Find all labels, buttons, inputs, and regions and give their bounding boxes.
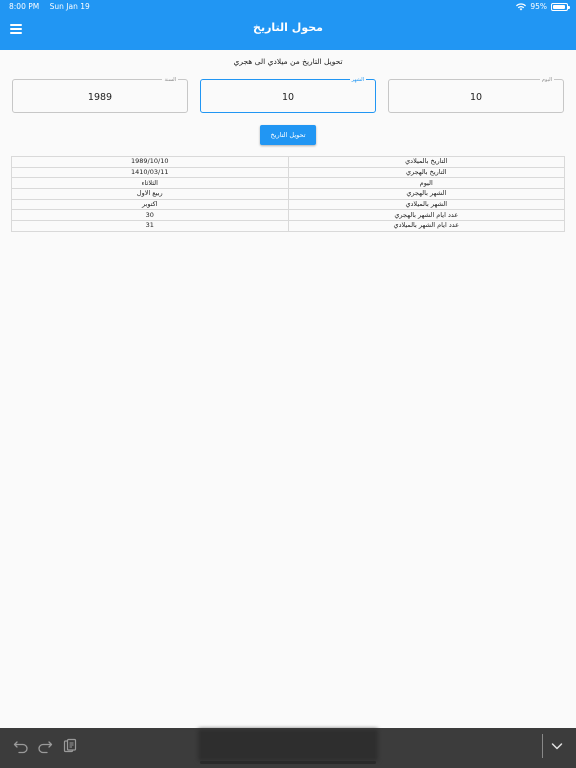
table-row: 1410/03/11 التاريخ بالهجري xyxy=(11,166,565,179)
year-field-container: السنة xyxy=(12,76,188,113)
table-row: 1989/10/10 التاريخ بالميلادي xyxy=(11,156,565,168)
app-bar: 8:00 PM Sun Jan 19 95% محول التاريخ xyxy=(0,0,576,50)
result-label: اليوم xyxy=(287,177,565,190)
result-label: الشهر بالهجري xyxy=(287,188,565,200)
result-label: الشهر بالميلادي xyxy=(287,198,565,211)
results-table: 1989/10/10 التاريخ بالميلادي 1410/03/11 … xyxy=(11,156,565,232)
status-date: Sun Jan 19 xyxy=(49,2,90,11)
convert-date-button[interactable]: تحويل التاريخ xyxy=(260,125,316,145)
result-value: 1410/03/11 xyxy=(11,166,289,179)
year-input[interactable] xyxy=(13,80,187,112)
table-row: 31 عدد ايام الشهر بالميلادي xyxy=(11,220,565,232)
result-label: التاريخ بالهجري xyxy=(287,166,565,179)
table-row: الثلاثاء اليوم xyxy=(11,177,565,190)
day-input[interactable] xyxy=(389,80,563,112)
form-description: تحويل التاريخ من ميلادي الى هجري xyxy=(233,57,343,66)
toolbar-divider xyxy=(542,734,543,758)
result-value: الثلاثاء xyxy=(11,177,289,190)
result-value: 31 xyxy=(11,220,289,232)
month-input[interactable] xyxy=(201,80,375,112)
result-value: اكتوبر xyxy=(11,198,289,211)
status-time: 8:00 PM xyxy=(9,2,40,11)
month-field-container: الشهر xyxy=(200,76,376,113)
table-row: 30 عدد ايام الشهر بالهجري xyxy=(11,209,565,222)
chevron-down-icon[interactable] xyxy=(548,737,566,755)
result-label: عدد ايام الشهر بالميلادي xyxy=(287,220,565,232)
page-title: محول التاريخ xyxy=(253,21,323,34)
battery-percent: 95% xyxy=(530,2,547,11)
redo-icon[interactable] xyxy=(36,737,54,755)
result-value: ربيع الاول xyxy=(11,188,289,200)
battery-icon xyxy=(551,2,570,11)
result-label: عدد ايام الشهر بالهجري xyxy=(287,209,565,222)
keyboard-shortcut-bar xyxy=(0,728,576,768)
result-value: 1989/10/10 xyxy=(11,156,289,168)
clipboard-icon[interactable] xyxy=(61,737,79,755)
table-row: اكتوبر الشهر بالميلادي xyxy=(11,198,565,211)
result-value: 30 xyxy=(11,209,289,222)
day-field-container: اليوم xyxy=(388,76,564,113)
keyboard-suggestions-area xyxy=(198,729,378,761)
table-row: ربيع الاول الشهر بالهجري xyxy=(11,188,565,200)
result-label: التاريخ بالميلادي xyxy=(287,156,565,168)
undo-icon[interactable] xyxy=(12,737,30,755)
status-bar-left: 8:00 PM Sun Jan 19 xyxy=(9,2,98,11)
home-indicator xyxy=(200,761,376,764)
wifi-icon xyxy=(516,2,527,10)
status-bar-right: 95% xyxy=(516,2,570,11)
